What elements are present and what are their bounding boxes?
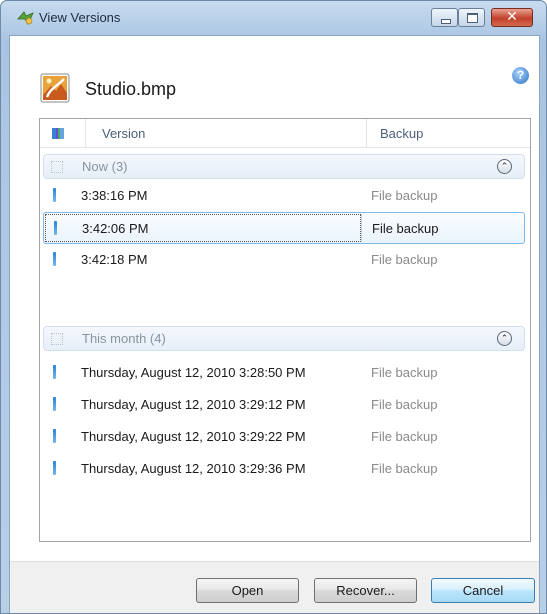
column-separator[interactable] (85, 119, 86, 147)
column-header-version[interactable]: Version (102, 126, 145, 141)
cancel-button[interactable]: Cancel (431, 578, 535, 603)
dialog-body: Studio.bmp ? Version Backup Now (3) ⌃ 3:… (9, 35, 540, 613)
help-icon[interactable]: ? (512, 67, 529, 84)
list-item[interactable]: 3:38:16 PM File backup (43, 180, 525, 212)
restore-versions-icon (17, 11, 34, 25)
collapse-icon[interactable]: ⌃ (497, 159, 512, 174)
row-column-divider (361, 214, 362, 242)
column-separator[interactable] (366, 119, 367, 147)
group-icon (51, 333, 63, 345)
group-header-this-month[interactable]: This month (4) ⌃ (43, 326, 525, 351)
backup-type: File backup (371, 365, 438, 380)
backup-type: File backup (371, 188, 438, 203)
list-item[interactable]: 3:42:18 PM File backup (43, 244, 525, 276)
version-icon (53, 429, 56, 443)
backup-type: File backup (371, 252, 438, 267)
column-header-backup[interactable]: Backup (380, 126, 423, 141)
file-name: Studio.bmp (85, 79, 177, 99)
group-header-now[interactable]: Now (3) ⌃ (43, 154, 525, 179)
backup-type: File backup (372, 221, 439, 236)
list-item[interactable]: Thursday, August 12, 2010 3:29:22 PM Fil… (43, 421, 525, 453)
window-title: View Versions (39, 10, 121, 25)
minimize-button[interactable] (431, 8, 458, 27)
version-icon (53, 397, 56, 411)
view-versions-window: View Versions ✕ Studio.bmp ? Version Bac… (0, 0, 547, 614)
version-icon (54, 221, 57, 235)
collapse-icon[interactable]: ⌃ (497, 331, 512, 346)
columns-icon[interactable] (52, 128, 64, 139)
version-icon (53, 365, 56, 379)
backup-type: File backup (371, 461, 438, 476)
list-header: Version Backup (40, 119, 530, 148)
title-bar[interactable]: View Versions ✕ (1, 1, 546, 35)
version-time: 3:42:06 PM (82, 221, 149, 236)
list-item[interactable]: Thursday, August 12, 2010 3:28:50 PM Fil… (43, 357, 525, 389)
open-button[interactable]: Open (196, 578, 299, 603)
list-item-selected[interactable]: 3:42:06 PM File backup (43, 212, 525, 244)
version-icon (53, 461, 56, 475)
backup-type: File backup (371, 397, 438, 412)
group-title: Now (3) (82, 159, 128, 174)
group-icon (51, 161, 63, 173)
version-time: Thursday, August 12, 2010 3:29:12 PM (81, 397, 306, 412)
backup-type: File backup (371, 429, 438, 444)
version-time: Thursday, August 12, 2010 3:29:22 PM (81, 429, 306, 444)
list-item[interactable]: Thursday, August 12, 2010 3:29:12 PM Fil… (43, 389, 525, 421)
bitmap-file-icon (40, 73, 70, 103)
version-time: Thursday, August 12, 2010 3:28:50 PM (81, 365, 306, 380)
recover-button[interactable]: Recover... (314, 578, 417, 603)
button-bar: Open Recover... Cancel (10, 561, 539, 613)
close-button[interactable]: ✕ (491, 8, 533, 27)
version-time: Thursday, August 12, 2010 3:29:36 PM (81, 461, 306, 476)
group-title: This month (4) (82, 331, 166, 346)
versions-list[interactable]: Version Backup Now (3) ⌃ 3:38:16 PM File… (39, 118, 531, 542)
list-item[interactable]: Thursday, August 12, 2010 3:29:36 PM Fil… (43, 453, 525, 485)
close-icon: ✕ (506, 8, 518, 24)
version-time: 3:42:18 PM (81, 252, 148, 267)
version-time: 3:38:16 PM (81, 188, 148, 203)
version-icon (53, 252, 56, 266)
version-icon (53, 188, 56, 202)
maximize-button[interactable] (458, 8, 485, 27)
